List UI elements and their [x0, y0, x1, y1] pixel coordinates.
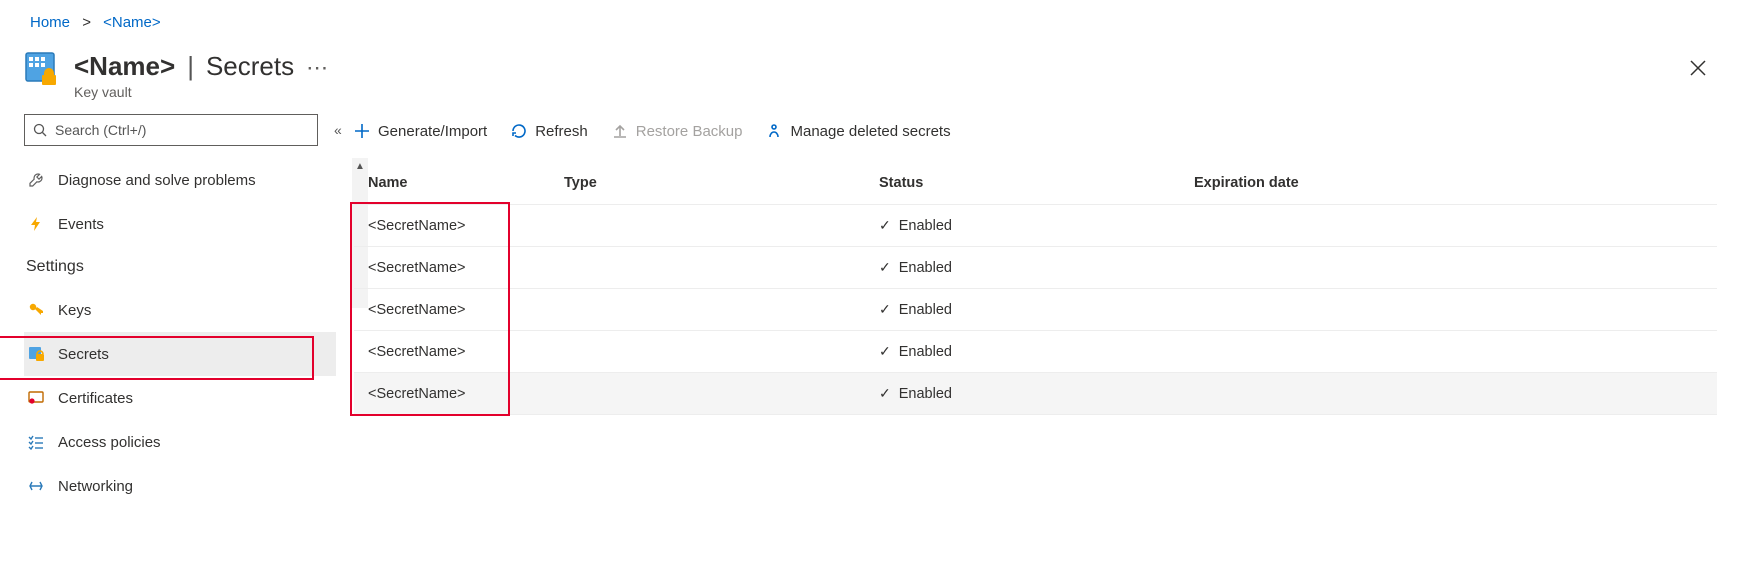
- col-header-type[interactable]: Type: [564, 175, 879, 191]
- manage-icon: [766, 123, 782, 139]
- check-icon: ✓: [879, 343, 891, 360]
- sidebar-item-certificates[interactable]: Certificates: [24, 376, 336, 420]
- status-text: Enabled: [899, 218, 952, 234]
- collapse-sidebar-icon[interactable]: «: [334, 122, 342, 138]
- sidebar-item-label: Secrets: [58, 346, 109, 363]
- key-icon: [28, 302, 46, 318]
- table-row[interactable]: <SecretName> ✓ Enabled: [354, 372, 1717, 414]
- table-row[interactable]: <SecretName> ✓ Enabled: [354, 288, 1717, 330]
- keyvault-icon: [24, 51, 60, 87]
- secrets-table: Name Type Status Expiration date <Secret…: [354, 162, 1717, 415]
- upload-icon: [612, 123, 628, 139]
- check-icon: ✓: [879, 301, 891, 318]
- secret-name-link[interactable]: <SecretName>: [368, 302, 466, 318]
- table-header-row: Name Type Status Expiration date: [354, 162, 1717, 204]
- status-text: Enabled: [899, 344, 952, 360]
- search-input-wrap[interactable]: [24, 114, 318, 146]
- secret-name-link[interactable]: <SecretName>: [368, 344, 466, 360]
- status-text: Enabled: [899, 386, 952, 402]
- check-icon: ✓: [879, 217, 891, 234]
- more-menu-icon[interactable]: ⋯: [306, 53, 328, 81]
- sidebar-item-networking[interactable]: Networking: [24, 464, 336, 508]
- table-row[interactable]: <SecretName> ✓ Enabled: [354, 204, 1717, 246]
- close-button[interactable]: [1681, 51, 1715, 89]
- certificate-icon: [28, 390, 46, 406]
- check-icon: ✓: [879, 259, 891, 276]
- sidebar-item-diagnose[interactable]: Diagnose and solve problems: [24, 158, 336, 202]
- breadcrumb-home[interactable]: Home: [30, 14, 70, 31]
- header-name: <Name>: [74, 51, 175, 82]
- col-header-expiration[interactable]: Expiration date: [1194, 175, 1717, 191]
- sidebar-item-label: Events: [58, 216, 104, 233]
- sidebar-item-access-policies[interactable]: Access policies: [24, 420, 336, 464]
- secret-name-link[interactable]: <SecretName>: [368, 218, 466, 234]
- check-icon: ✓: [879, 385, 891, 402]
- manage-deleted-secrets-button[interactable]: Manage deleted secrets: [766, 123, 950, 140]
- main-pane: Generate/Import Refresh Restore Backup M…: [322, 114, 1741, 508]
- search-input[interactable]: [55, 122, 309, 138]
- sidebar-heading-settings: Settings: [24, 246, 336, 288]
- header-pipe: |: [187, 51, 194, 82]
- secret-name-link[interactable]: <SecretName>: [368, 260, 466, 276]
- sidebar-item-label: Diagnose and solve problems: [58, 172, 256, 189]
- toolbar-label: Restore Backup: [636, 123, 743, 140]
- toolbar: Generate/Import Refresh Restore Backup M…: [354, 114, 1717, 148]
- toolbar-label: Refresh: [535, 123, 588, 140]
- secret-name-link[interactable]: <SecretName>: [368, 386, 466, 402]
- header-section: Secrets: [206, 51, 294, 82]
- wrench-icon: [28, 172, 46, 188]
- sidebar-item-label: Certificates: [58, 390, 133, 407]
- page-header: <Name> | Secrets ⋯ Key vault: [0, 45, 1741, 104]
- sidebar-item-label: Keys: [58, 302, 91, 319]
- refresh-icon: [511, 123, 527, 139]
- checklist-icon: [28, 434, 46, 450]
- lightning-icon: [28, 216, 46, 232]
- sidebar-item-secrets[interactable]: Secrets: [24, 332, 336, 376]
- table-row[interactable]: <SecretName> ✓ Enabled: [354, 246, 1717, 288]
- secrets-icon: [28, 346, 46, 362]
- col-header-name[interactable]: Name: [354, 175, 564, 191]
- breadcrumb-separator: >: [82, 14, 91, 31]
- header-subtitle: Key vault: [74, 84, 1681, 100]
- sidebar-item-keys[interactable]: Keys: [24, 288, 336, 332]
- restore-backup-button: Restore Backup: [612, 123, 743, 140]
- search-icon: [33, 123, 47, 137]
- plus-icon: [354, 123, 370, 139]
- sidebar: « ▲ Diagnose and solve problems Events S…: [0, 114, 322, 508]
- sidebar-item-label: Networking: [58, 478, 133, 495]
- networking-icon: [28, 478, 46, 494]
- refresh-button[interactable]: Refresh: [511, 123, 588, 140]
- toolbar-label: Manage deleted secrets: [790, 123, 950, 140]
- generate-import-button[interactable]: Generate/Import: [354, 123, 487, 140]
- status-text: Enabled: [899, 260, 952, 276]
- sidebar-item-events[interactable]: Events: [24, 202, 336, 246]
- table-row[interactable]: <SecretName> ✓ Enabled: [354, 330, 1717, 372]
- status-text: Enabled: [899, 302, 952, 318]
- col-header-status[interactable]: Status: [879, 175, 1194, 191]
- breadcrumb-name[interactable]: <Name>: [103, 14, 161, 31]
- breadcrumb: Home > <Name>: [0, 0, 1741, 45]
- sidebar-item-label: Access policies: [58, 434, 161, 451]
- toolbar-label: Generate/Import: [378, 123, 487, 140]
